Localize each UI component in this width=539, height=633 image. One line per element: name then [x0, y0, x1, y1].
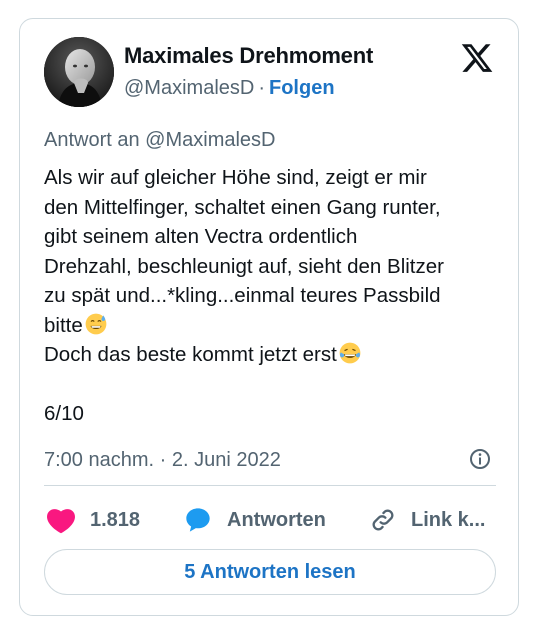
- author-meta: @MaximalesD · Folgen: [124, 77, 335, 100]
- tweet-text-line-with-emoji: Doch das beste kommt jetzt erst: [44, 340, 500, 370]
- author-name[interactable]: Maximales Drehmoment: [124, 43, 373, 69]
- speech-bubble-icon: [186, 508, 210, 532]
- link-icon: [372, 509, 394, 531]
- separator-dot: ·: [258, 77, 265, 99]
- tweet-rating: 6/10: [44, 402, 84, 425]
- reply-label: Antworten: [227, 508, 326, 531]
- tears-of-joy-emoji: [339, 342, 361, 364]
- tweet-text-line: Drehzahl, beschleunigt auf, sieht den Bl…: [44, 254, 444, 278]
- tweet-text-line: den Mittelfinger, schaltet einen Gang ru…: [44, 195, 441, 219]
- grinning-sweat-emoji: [85, 313, 107, 334]
- tweet-text-fragment: bitte: [44, 313, 83, 337]
- heart-icon: [47, 509, 75, 534]
- tweet-timestamp[interactable]: 7:00 nachm. · 2. Juni 2022: [44, 449, 281, 472]
- avatar[interactable]: [44, 37, 114, 107]
- tweet-text-line: Als wir auf gleicher Höhe sind, zeigt er…: [44, 166, 427, 189]
- reply-to-label: Antwort an @MaximalesD: [44, 129, 276, 151]
- copy-link-button[interactable]: Link k...: [369, 505, 485, 535]
- link-label: Link k...: [411, 508, 486, 531]
- like-count: 1.818: [90, 508, 141, 531]
- tweet-text-line: zu spät und...*kling...einmal teures Pas…: [44, 284, 441, 307]
- tweet-text-fragment: Doch das beste kommt jetzt erst: [44, 343, 337, 366]
- read-replies-button[interactable]: 5 Antworten lesen: [44, 549, 496, 595]
- tweet-text: Als wir auf gleicher Höhe sind, zeigt er…: [44, 163, 500, 370]
- x-logo-icon[interactable]: [460, 41, 494, 75]
- follow-button[interactable]: Folgen: [269, 77, 335, 99]
- tweet-text-line: gibt seinem alten Vectra ordentlich: [44, 225, 358, 248]
- tweet-card: Maximales Drehmoment @MaximalesD · Folgen …: [19, 18, 519, 616]
- author-handle[interactable]: @MaximalesD: [124, 77, 254, 99]
- tweet-text-line-with-emoji: bitte: [44, 311, 500, 341]
- info-icon[interactable]: [468, 447, 492, 471]
- divider: [44, 485, 496, 486]
- avatar-image: [44, 37, 114, 107]
- like-button[interactable]: 1.818: [46, 505, 140, 535]
- reply-button[interactable]: Antworten: [183, 505, 326, 535]
